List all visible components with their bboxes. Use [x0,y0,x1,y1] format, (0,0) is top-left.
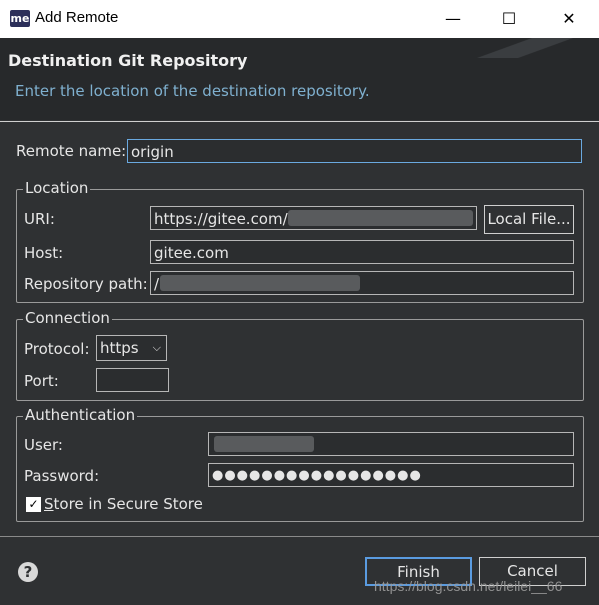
local-file-button[interactable]: Local File... [484,205,574,234]
location-legend: Location [23,179,91,197]
footer-divider [0,536,599,537]
store-secure-label-rest: tore in Secure Store [53,495,203,513]
protocol-select[interactable]: https ⌵ [96,335,167,361]
window-title: Add Remote [35,9,119,26]
close-icon[interactable]: ✕ [540,0,598,38]
host-input[interactable]: gitee.com [150,240,574,264]
user-label: User: [24,436,63,454]
chevron-down-icon: ⌵ [152,341,161,354]
redacted-user [214,436,314,452]
page-description: Enter the location of the destination re… [15,82,370,100]
wizard-header: Destination Git Repository Enter the loc… [0,38,599,120]
store-secure-mnemonic: S [44,495,54,513]
port-input[interactable] [96,368,169,392]
uri-value: https://gitee.com/ [154,210,288,228]
host-label: Host: [24,244,64,262]
protocol-label: Protocol: [24,340,90,358]
redacted-uri [288,210,473,226]
title-bar: me Add Remote — ☐ ✕ [0,0,599,38]
page-title: Destination Git Repository [8,51,248,70]
authentication-legend: Authentication [23,406,138,424]
maximize-icon[interactable]: ☐ [480,0,538,38]
port-label: Port: [24,372,59,390]
uri-label: URI: [24,210,55,228]
minimize-icon[interactable]: — [424,0,482,38]
help-icon[interactable]: ? [18,562,38,582]
store-secure-checkbox[interactable]: ✓ [26,497,41,512]
protocol-value: https [100,339,139,357]
repository-path-label: Repository path: [24,275,148,293]
password-label: Password: [24,467,100,485]
repository-path-value: / [154,275,160,293]
watermark: https://blog.csdn.net/leilei__66 [374,578,563,594]
app-icon: me [10,10,30,27]
remote-name-label: Remote name: [16,142,127,160]
header-divider [0,121,599,122]
redacted-path [160,275,360,291]
header-decoration [449,38,599,58]
connection-legend: Connection [23,309,112,327]
store-secure-label[interactable]: Store in Secure Store [44,495,203,513]
remote-name-input[interactable]: origin [127,139,582,163]
password-input[interactable]: ●●●●●●●●●●●●●●●●● [208,463,574,487]
